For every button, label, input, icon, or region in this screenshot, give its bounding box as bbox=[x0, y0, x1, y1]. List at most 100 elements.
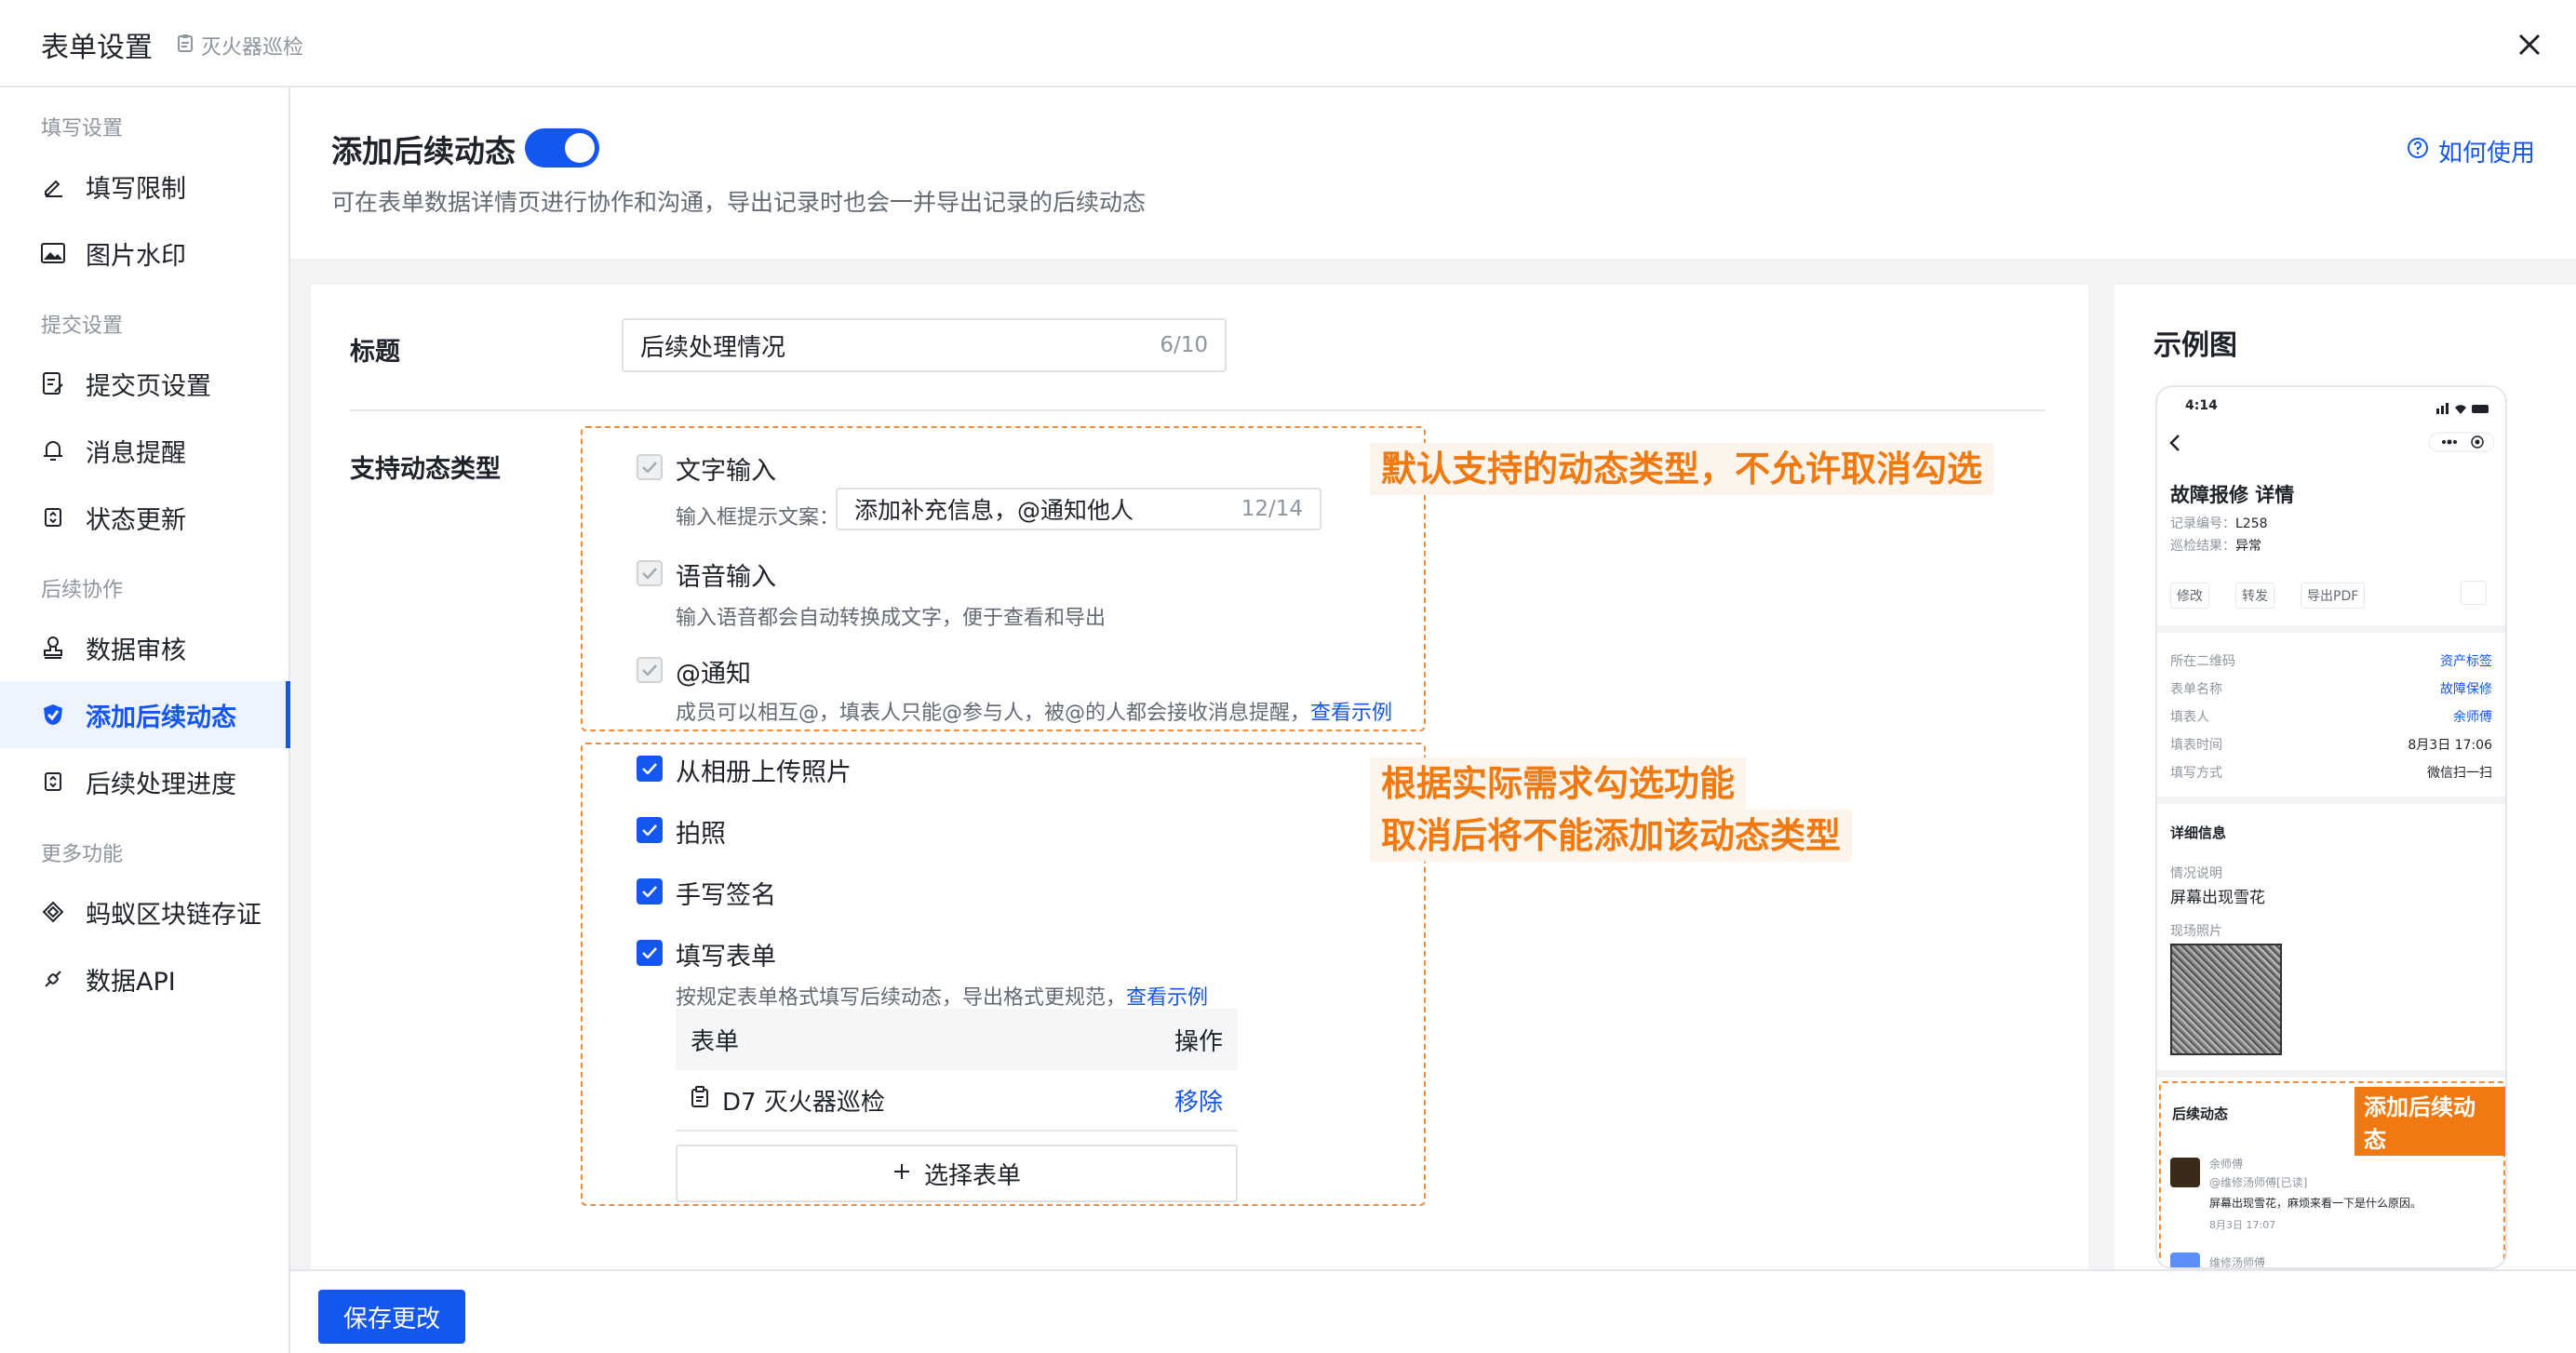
sidebar-item-add-followup[interactable]: 添加后续动态 bbox=[0, 681, 290, 748]
checkbox-photo[interactable] bbox=[637, 817, 663, 843]
col-action: 操作 bbox=[1174, 1027, 1223, 1056]
comment-mention: @维修汤师傅[已读] bbox=[2209, 1176, 2308, 1189]
comment-user: 余师傅 bbox=[2209, 1158, 2244, 1171]
page-title: 表单设置 bbox=[41, 32, 153, 64]
sidebar-item-label: 提交页设置 bbox=[86, 371, 211, 401]
note-optional-line1: 根据实际需求勾选功能 bbox=[1370, 757, 1747, 810]
note-default-types: 默认支持的动态类型，不允许取消勾选 bbox=[1370, 443, 1994, 495]
feature-header: 添加后续动态 可在表单数据详情页进行协作和沟通，导出记录时也会一并导出记录的后续… bbox=[290, 87, 2576, 259]
hint-text-input[interactable]: 添加补充信息，@通知他人 12/14 bbox=[836, 488, 1322, 530]
stamp-icon bbox=[41, 636, 65, 660]
types-label: 支持动态类型 bbox=[350, 455, 501, 484]
field-value: 故障保修 bbox=[2440, 682, 2492, 697]
type-label-fill-form: 填写表单 bbox=[676, 943, 776, 971]
form-cell: D7 灭火器巡检 bbox=[691, 1083, 885, 1118]
field-value: 8月3日 17:06 bbox=[2408, 738, 2492, 753]
divider bbox=[2157, 797, 2505, 804]
sidebar-group-label: 后续协作 bbox=[41, 579, 124, 602]
title-char-count: 6/10 bbox=[1160, 333, 1208, 357]
detail-title: 详细信息 bbox=[2170, 824, 2227, 841]
shield-check-icon bbox=[41, 703, 65, 727]
blockchain-icon bbox=[41, 900, 65, 924]
type-label-photo: 拍照 bbox=[676, 820, 726, 849]
remove-button[interactable]: 移除 bbox=[1174, 1083, 1223, 1118]
sidebar-item-followup-progress[interactable]: 后续处理进度 bbox=[0, 748, 290, 815]
more-icon bbox=[2428, 432, 2495, 456]
hint-char-count: 12/14 bbox=[1241, 497, 1303, 521]
field-key: 填表人 bbox=[2170, 710, 2209, 725]
sidebar-item-blockchain[interactable]: 蚂蚁区块链存证 bbox=[0, 878, 290, 945]
phone-action-forward: 转发 bbox=[2235, 583, 2274, 609]
sidebar-group-label: 填写设置 bbox=[41, 117, 124, 141]
checkbox-fill-form[interactable] bbox=[637, 940, 663, 966]
preview-title: 示例图 bbox=[2153, 329, 2237, 362]
checkbox-signature[interactable] bbox=[637, 878, 663, 904]
record-no: 记录编号：L258 bbox=[2170, 514, 2268, 532]
field-value: 资产标签 bbox=[2440, 654, 2492, 669]
sidebar-item-data-api[interactable]: 数据API bbox=[0, 945, 290, 1012]
optional-types-box bbox=[581, 743, 1426, 1206]
divider bbox=[2157, 625, 2505, 633]
back-icon bbox=[2168, 434, 2181, 456]
question-circle-icon bbox=[2407, 137, 2429, 166]
sidebar-item-fill-limit[interactable]: 填写限制 bbox=[0, 153, 290, 220]
menu-icon bbox=[2461, 581, 2487, 605]
sidebar-item-label: 添加后续动态 bbox=[86, 703, 236, 732]
refresh-icon bbox=[41, 505, 65, 529]
linked-forms-table: 表单 操作 D7 灭火器巡检 移除 bbox=[676, 1009, 1238, 1132]
sidebar-item-submit-page[interactable]: 提交页设置 bbox=[0, 350, 290, 417]
inspection-result: 巡检结果：异常 bbox=[2170, 536, 2261, 555]
sidebar-item-watermark[interactable]: 图片水印 bbox=[0, 220, 290, 287]
feature-description: 可在表单数据详情页进行协作和沟通，导出记录时也会一并导出记录的后续动态 bbox=[331, 189, 1147, 216]
view-example-link[interactable]: 查看示例 bbox=[1310, 702, 1392, 725]
next-user: 维修汤师傅 bbox=[2209, 1256, 2266, 1269]
header: 表单设置 灭火器巡检 bbox=[0, 0, 2576, 87]
save-button[interactable]: 保存更改 bbox=[318, 1290, 465, 1344]
select-form-button[interactable]: 选择表单 bbox=[676, 1145, 1238, 1202]
comment-time: 8月3日 17:07 bbox=[2209, 1219, 2276, 1231]
form-name-breadcrumb: 灭火器巡检 bbox=[177, 31, 303, 60]
footer: 保存更改 bbox=[290, 1269, 2576, 1353]
sidebar-item-notification[interactable]: 消息提醒 bbox=[0, 417, 290, 484]
sidebar-item-label: 图片水印 bbox=[86, 241, 186, 271]
record-title: 故障报修 详情 bbox=[2170, 484, 2295, 506]
sidebar-item-label: 数据审核 bbox=[86, 636, 186, 665]
phone-mockup: 4:14 故障报修 详情 记录编号：L258 巡检结果：异常 修改 转发 导出P… bbox=[2155, 385, 2507, 1269]
sidebar-group-label: 提交设置 bbox=[41, 315, 124, 338]
hint-text-label: 输入框提示文案： bbox=[676, 506, 840, 529]
help-link[interactable]: 如何使用 bbox=[2407, 134, 2535, 168]
title-label: 标题 bbox=[350, 338, 400, 367]
plus-icon bbox=[892, 1159, 911, 1187]
sidebar-item-label: 填写限制 bbox=[86, 174, 186, 204]
sidebar-item-label: 消息提醒 bbox=[86, 438, 186, 468]
close-icon[interactable] bbox=[2511, 26, 2548, 63]
field-key: 填写方式 bbox=[2170, 766, 2222, 781]
title-input[interactable]: 后续处理情况 6/10 bbox=[622, 318, 1227, 372]
checkbox-album-upload[interactable] bbox=[637, 756, 663, 782]
checkbox-mention bbox=[637, 657, 663, 683]
sidebar-item-label: 状态更新 bbox=[86, 505, 186, 535]
type-label-mention: @通知 bbox=[676, 660, 751, 689]
sidebar-item-label: 数据API bbox=[86, 967, 176, 997]
bell-icon bbox=[41, 438, 65, 462]
sidebar-item-status-update[interactable]: 状态更新 bbox=[0, 484, 290, 551]
type-label-text: 文字输入 bbox=[676, 457, 776, 486]
status-bar-icons bbox=[2436, 400, 2492, 418]
field-value: 微信扫一扫 bbox=[2427, 766, 2492, 781]
image-icon bbox=[41, 241, 65, 265]
type-label-signature: 手写签名 bbox=[676, 881, 776, 910]
sidebar-group-label: 更多功能 bbox=[41, 843, 124, 866]
mention-desc-text: 成员可以相互@，填表人只能@参与人，被@的人都会接收消息提醒， bbox=[676, 702, 1311, 725]
followup-tag: 添加后续动态 bbox=[2355, 1087, 2505, 1156]
checkbox-text-input bbox=[637, 454, 663, 480]
followup-title: 后续动态 bbox=[2172, 1105, 2229, 1122]
scene-photo bbox=[2170, 944, 2282, 1055]
fill-form-desc-text: 按规定表单格式填写后续动态，导出格式更规范， bbox=[676, 986, 1127, 1010]
result-label: 巡检结果： bbox=[2170, 539, 2235, 554]
hint-text-value: 添加补充信息，@通知他人 bbox=[854, 497, 1134, 524]
feature-toggle[interactable] bbox=[525, 128, 599, 167]
avatar bbox=[2170, 1253, 2200, 1267]
view-example-link[interactable]: 查看示例 bbox=[1126, 986, 1208, 1010]
sidebar-item-data-review[interactable]: 数据审核 bbox=[0, 614, 290, 681]
type-label-voice: 语音输入 bbox=[676, 563, 776, 592]
